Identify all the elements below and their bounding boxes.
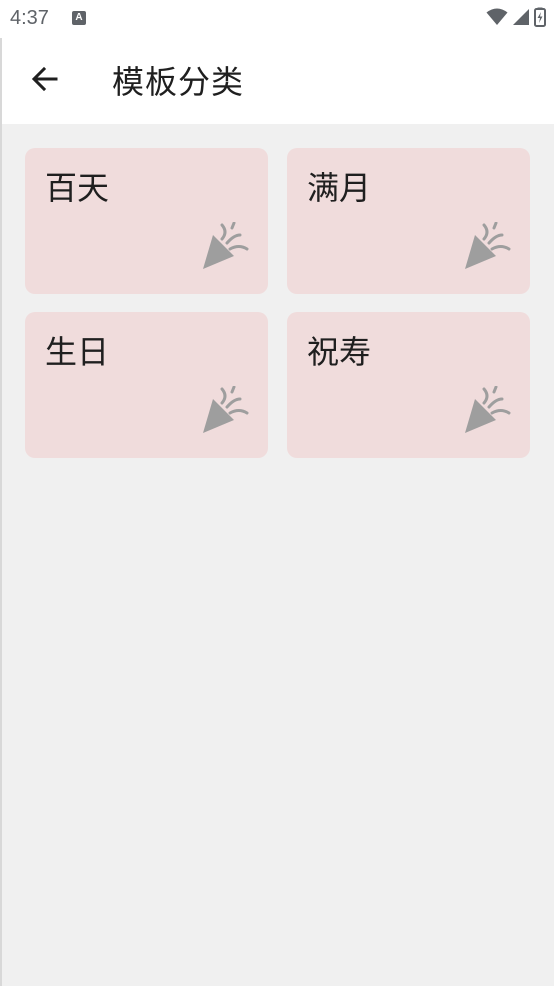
notification-app-icon: A xyxy=(72,11,86,25)
party-popper-icon xyxy=(200,222,250,272)
category-grid: 百天 满月 生日 祝寿 xyxy=(0,124,554,986)
party-popper-icon xyxy=(462,222,512,272)
cellular-signal-icon xyxy=(512,8,530,30)
category-label: 祝寿 xyxy=(307,333,372,371)
status-bar: 4:37 A xyxy=(0,0,554,38)
party-popper-icon xyxy=(462,386,512,436)
category-card-shengri[interactable]: 生日 xyxy=(25,312,268,458)
battery-icon xyxy=(534,7,546,31)
wifi-icon xyxy=(486,8,508,30)
category-card-zhushou[interactable]: 祝寿 xyxy=(287,312,530,458)
category-card-manyue[interactable]: 满月 xyxy=(287,148,530,294)
app-bar: 模板分类 xyxy=(0,38,554,124)
party-popper-icon xyxy=(200,386,250,436)
arrow-left-icon xyxy=(31,65,59,97)
status-indicators xyxy=(486,7,546,31)
category-label: 百天 xyxy=(45,169,110,207)
back-button[interactable] xyxy=(20,56,70,106)
status-time: 4:37 xyxy=(10,7,49,29)
category-label: 满月 xyxy=(307,169,372,207)
category-label: 生日 xyxy=(45,333,110,371)
page-title: 模板分类 xyxy=(112,63,245,101)
category-card-baitian[interactable]: 百天 xyxy=(25,148,268,294)
